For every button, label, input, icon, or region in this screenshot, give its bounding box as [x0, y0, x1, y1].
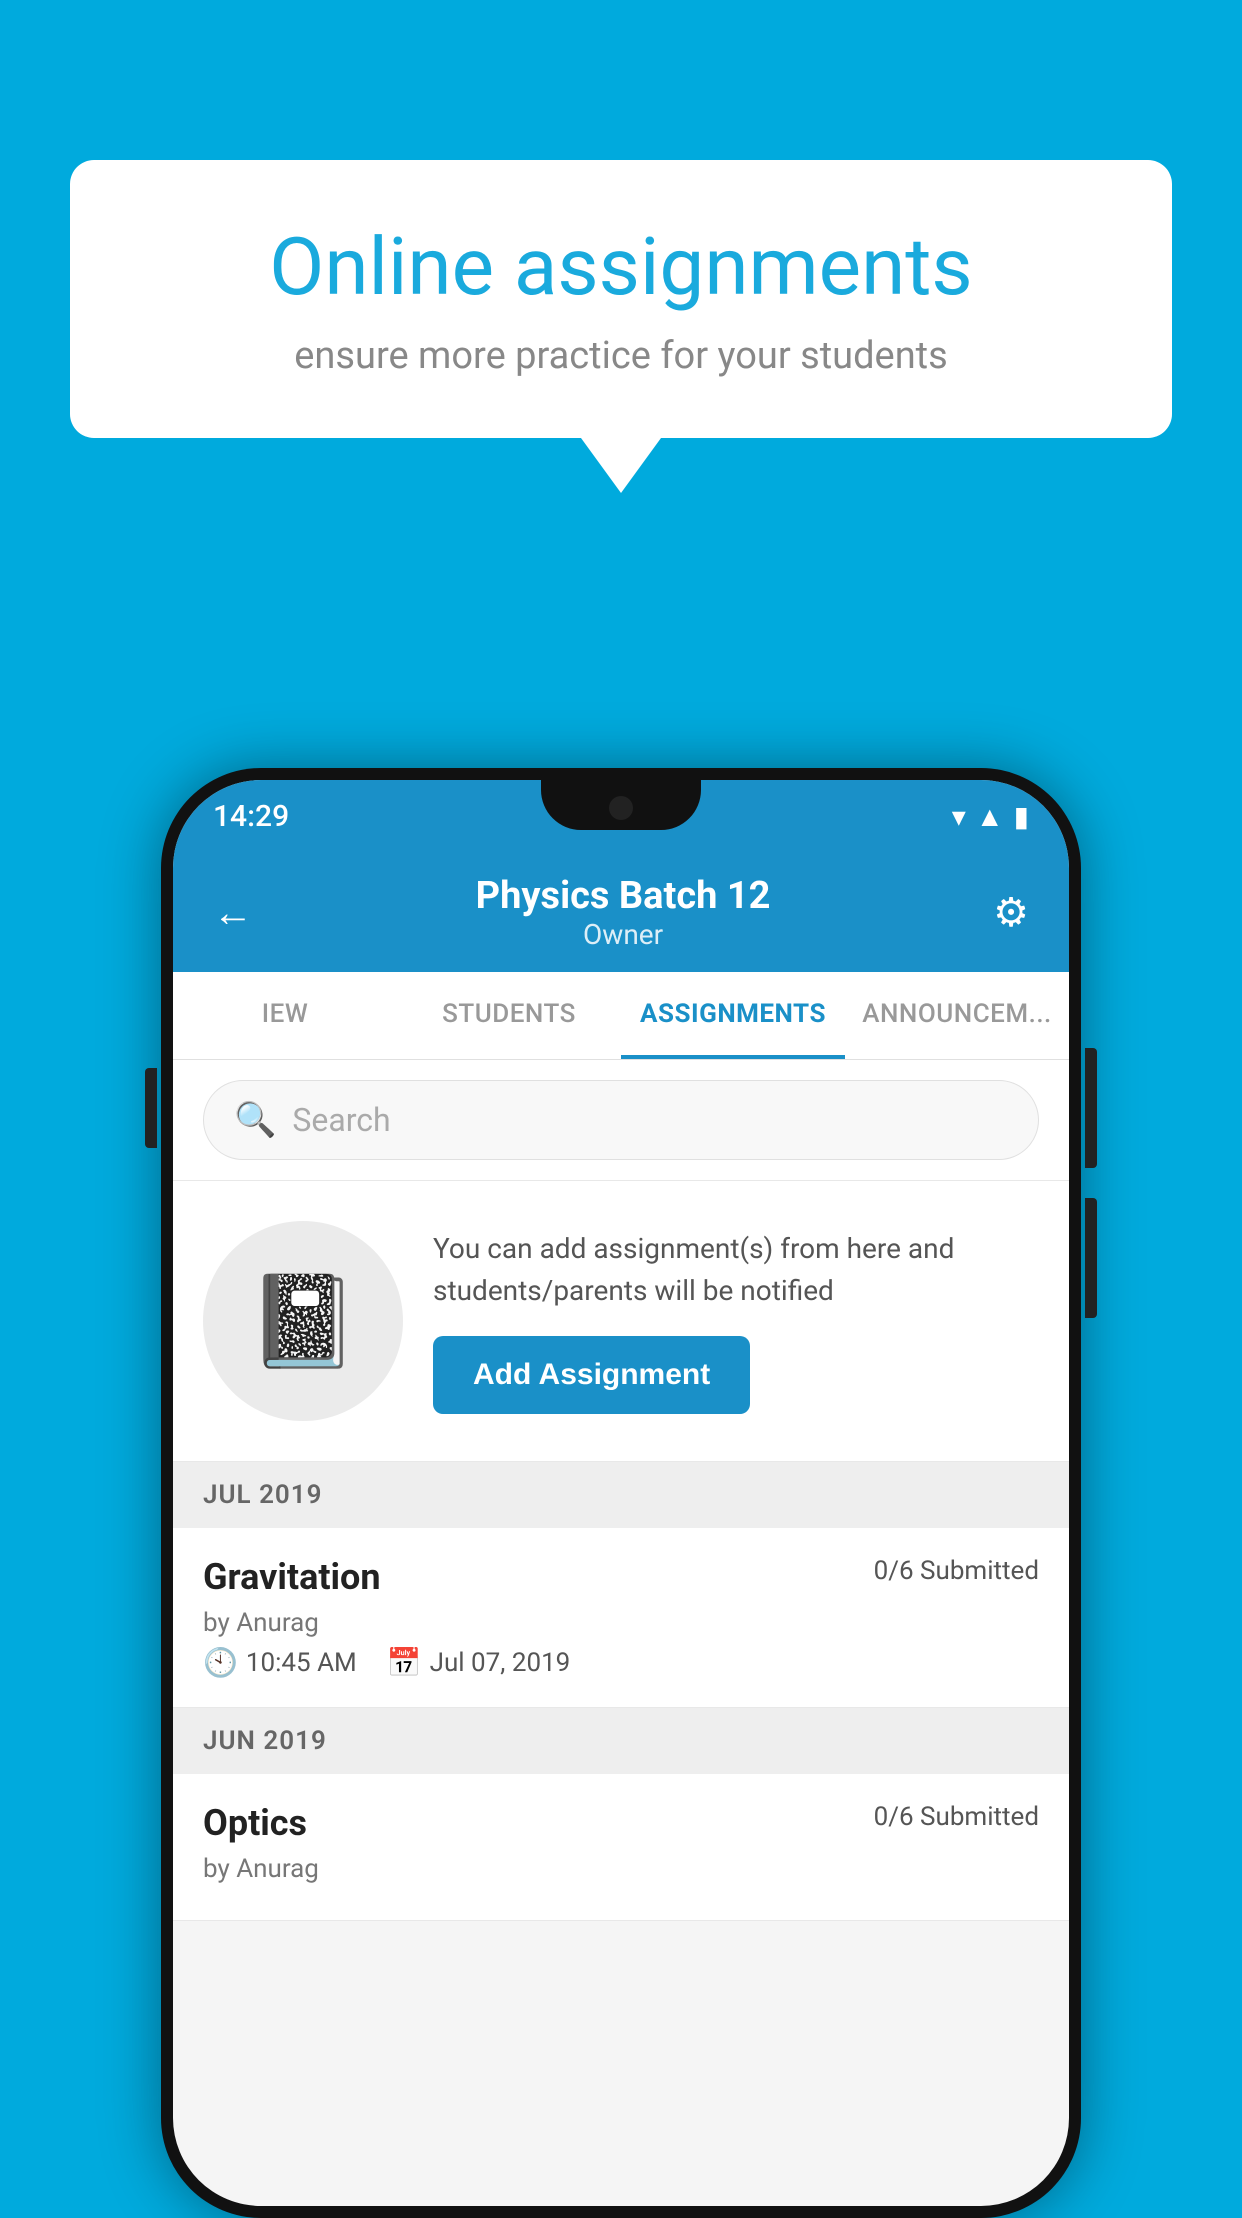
section-header-jul-label: JUL 2019	[203, 1480, 323, 1510]
back-button[interactable]: ←	[213, 889, 253, 936]
tabs-bar: IEW STUDENTS ASSIGNMENTS ANNOUNCEM...	[173, 972, 1069, 1060]
assignment-item-optics[interactable]: Optics 0/6 Submitted by Anurag	[173, 1774, 1069, 1921]
battery-icon: ▮	[1014, 800, 1029, 833]
phone-volume-button	[145, 1068, 157, 1148]
wifi-icon: ▾	[952, 800, 966, 833]
phone-power-button	[1085, 1048, 1097, 1168]
signal-icon: ▲	[976, 800, 1004, 833]
assignment-author-optics: by Anurag	[203, 1854, 1039, 1884]
tab-iew[interactable]: IEW	[173, 972, 397, 1059]
assignment-name-gravitation: Gravitation	[203, 1556, 381, 1598]
status-time: 14:29	[213, 799, 289, 834]
assignment-notebook-icon: 📓	[247, 1269, 359, 1374]
assignment-time-value: 10:45 AM	[246, 1648, 357, 1678]
status-icons: ▾ ▲ ▮	[952, 800, 1029, 833]
assignment-name-optics: Optics	[203, 1802, 307, 1844]
status-bar: 14:29 ▾ ▲ ▮	[173, 780, 1069, 852]
tab-iew-label: IEW	[262, 999, 308, 1029]
settings-icon[interactable]: ⚙	[993, 889, 1029, 936]
tab-students[interactable]: STUDENTS	[397, 972, 621, 1059]
search-icon: 🔍	[234, 1100, 276, 1140]
assignment-date-gravitation: 📅 Jul 07, 2019	[387, 1646, 571, 1679]
notch-camera	[609, 796, 633, 820]
search-input[interactable]: Search	[292, 1101, 390, 1139]
section-header-jul-2019: JUL 2019	[173, 1462, 1069, 1528]
add-assignment-button[interactable]: Add Assignment	[433, 1336, 750, 1414]
tab-students-label: STUDENTS	[442, 999, 576, 1029]
section-header-jun-2019: JUN 2019	[173, 1708, 1069, 1774]
assignment-time-gravitation: 🕙 10:45 AM	[203, 1646, 357, 1679]
header-subtitle: Owner	[476, 918, 771, 951]
phone-notch	[541, 780, 701, 830]
assignment-author-gravitation: by Anurag	[203, 1608, 1039, 1638]
speech-bubble-arrow	[581, 438, 661, 493]
section-header-jun-label: JUN 2019	[203, 1726, 327, 1756]
speech-bubble-title: Online assignments	[150, 220, 1092, 314]
app-header: ← Physics Batch 12 Owner ⚙	[173, 852, 1069, 972]
assignment-meta-gravitation: 🕙 10:45 AM 📅 Jul 07, 2019	[203, 1646, 1039, 1679]
tab-assignments-label: ASSIGNMENTS	[640, 999, 826, 1029]
tab-assignments[interactable]: ASSIGNMENTS	[621, 972, 845, 1059]
speech-bubble: Online assignments ensure more practice …	[70, 160, 1172, 438]
speech-bubble-container: Online assignments ensure more practice …	[70, 160, 1172, 493]
clock-icon: 🕙	[203, 1646, 238, 1679]
assignment-item-gravitation[interactable]: Gravitation 0/6 Submitted by Anurag 🕙 10…	[173, 1528, 1069, 1708]
header-title: Physics Batch 12	[476, 874, 771, 918]
assignment-icon-circle: 📓	[203, 1221, 403, 1421]
tab-announcements-label: ANNOUNCEM...	[862, 999, 1052, 1029]
assignment-date-value: Jul 07, 2019	[430, 1648, 571, 1678]
add-assignment-content: You can add assignment(s) from here and …	[433, 1228, 1039, 1414]
assignment-item-header: Gravitation 0/6 Submitted	[203, 1556, 1039, 1598]
add-assignment-description: You can add assignment(s) from here and …	[433, 1228, 1039, 1312]
phone-frame: 14:29 ▾ ▲ ▮ ← Physics Batch 12 Owner ⚙ I…	[161, 768, 1081, 2218]
add-assignment-area: 📓 You can add assignment(s) from here an…	[173, 1181, 1069, 1462]
calendar-icon: 📅	[387, 1646, 422, 1679]
assignment-submitted-gravitation: 0/6 Submitted	[874, 1556, 1039, 1586]
search-container: 🔍 Search	[173, 1060, 1069, 1181]
header-center: Physics Batch 12 Owner	[476, 874, 771, 951]
assignment-submitted-optics: 0/6 Submitted	[874, 1802, 1039, 1832]
tab-announcements[interactable]: ANNOUNCEM...	[845, 972, 1069, 1059]
speech-bubble-subtitle: ensure more practice for your students	[150, 334, 1092, 378]
phone-power-button-2	[1085, 1198, 1097, 1318]
search-bar[interactable]: 🔍 Search	[203, 1080, 1039, 1160]
assignment-optics-header: Optics 0/6 Submitted	[203, 1802, 1039, 1844]
phone-screen: 14:29 ▾ ▲ ▮ ← Physics Batch 12 Owner ⚙ I…	[173, 780, 1069, 2206]
scroll-content: 🔍 Search 📓 You can add assignment(s) fro…	[173, 1060, 1069, 2206]
